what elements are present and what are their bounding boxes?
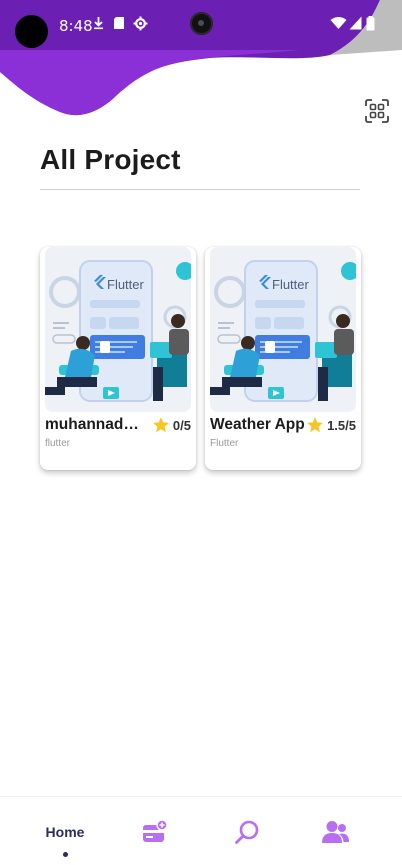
nav-add-project[interactable] <box>140 797 170 865</box>
project-name: Weather App <box>210 416 305 433</box>
flutter-illustration: Flutter <box>45 247 191 412</box>
battery-icon <box>366 16 375 31</box>
active-indicator-dot <box>63 852 68 857</box>
rating-value: 1.5/5 <box>327 417 356 433</box>
camera-punch-hole <box>15 15 48 48</box>
project-rating: 0/5 <box>152 416 191 434</box>
page-title: All Project <box>40 144 181 175</box>
flutter-illustration: Flutter <box>210 247 356 412</box>
title-divider <box>40 189 360 190</box>
svg-text:Flutter: Flutter <box>107 277 145 292</box>
svg-text:Flutter: Flutter <box>272 277 310 292</box>
rating-value: 0/5 <box>172 417 191 433</box>
scan-icon[interactable] <box>364 98 390 124</box>
sd-card-icon <box>114 17 124 29</box>
status-time: 8:48 <box>59 17 93 35</box>
project-card[interactable]: Flutter <box>40 247 196 470</box>
project-name: muhannad alsaed <box>45 416 141 433</box>
project-card[interactable]: Flutter <box>205 247 361 470</box>
star-icon <box>153 417 169 433</box>
users-icon <box>322 820 349 843</box>
project-tag: flutter <box>45 438 71 449</box>
project-rating: 1.5/5 <box>306 416 356 434</box>
settings-icon <box>133 16 148 31</box>
wifi-icon <box>330 17 347 29</box>
project-tag: Flutter <box>210 438 239 449</box>
nav-search[interactable] <box>232 797 262 865</box>
add-card-icon <box>143 819 168 842</box>
star-icon <box>307 417 323 433</box>
status-bar: 8:48 <box>0 0 402 50</box>
app-screen: 8:48 All Project Flutter muhannad al 0/5… <box>0 0 402 865</box>
nav-home-label: Home <box>45 823 85 840</box>
nav-users[interactable] <box>321 797 351 865</box>
bottom-nav: Home <box>0 796 402 865</box>
download-icon <box>94 17 103 30</box>
front-camera <box>190 12 213 35</box>
search-icon <box>235 820 259 844</box>
signal-icon <box>349 16 362 30</box>
